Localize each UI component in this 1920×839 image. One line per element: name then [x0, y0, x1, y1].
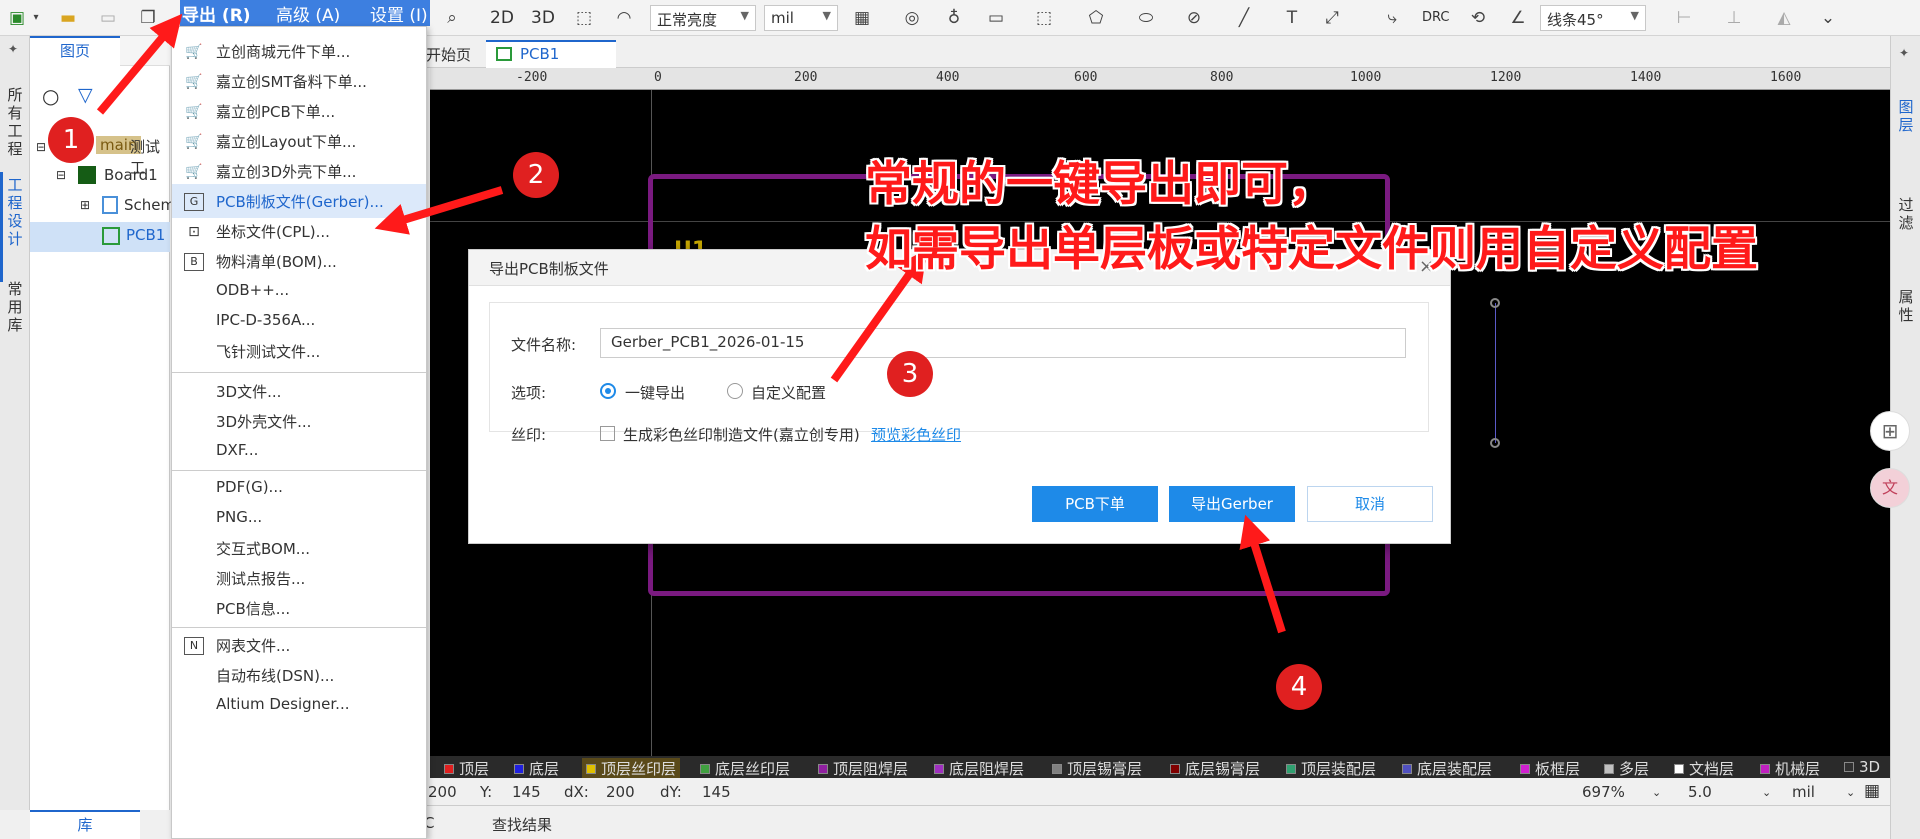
annotation-line-1: 常规的一键导出即可，	[865, 157, 1335, 212]
arrow-1	[96, 13, 183, 115]
step-badge: 1	[48, 117, 94, 163]
step-badge: 3	[887, 351, 933, 397]
arrow-4	[1239, 514, 1286, 634]
step-badge: 2	[513, 152, 559, 198]
annotation-line-2: 如需导出单层板或特定文件则用自定义配置	[865, 222, 1758, 277]
annotation-arrows	[96, 13, 1286, 634]
arrow-2	[374, 186, 504, 235]
step-badge: 4	[1276, 664, 1322, 710]
